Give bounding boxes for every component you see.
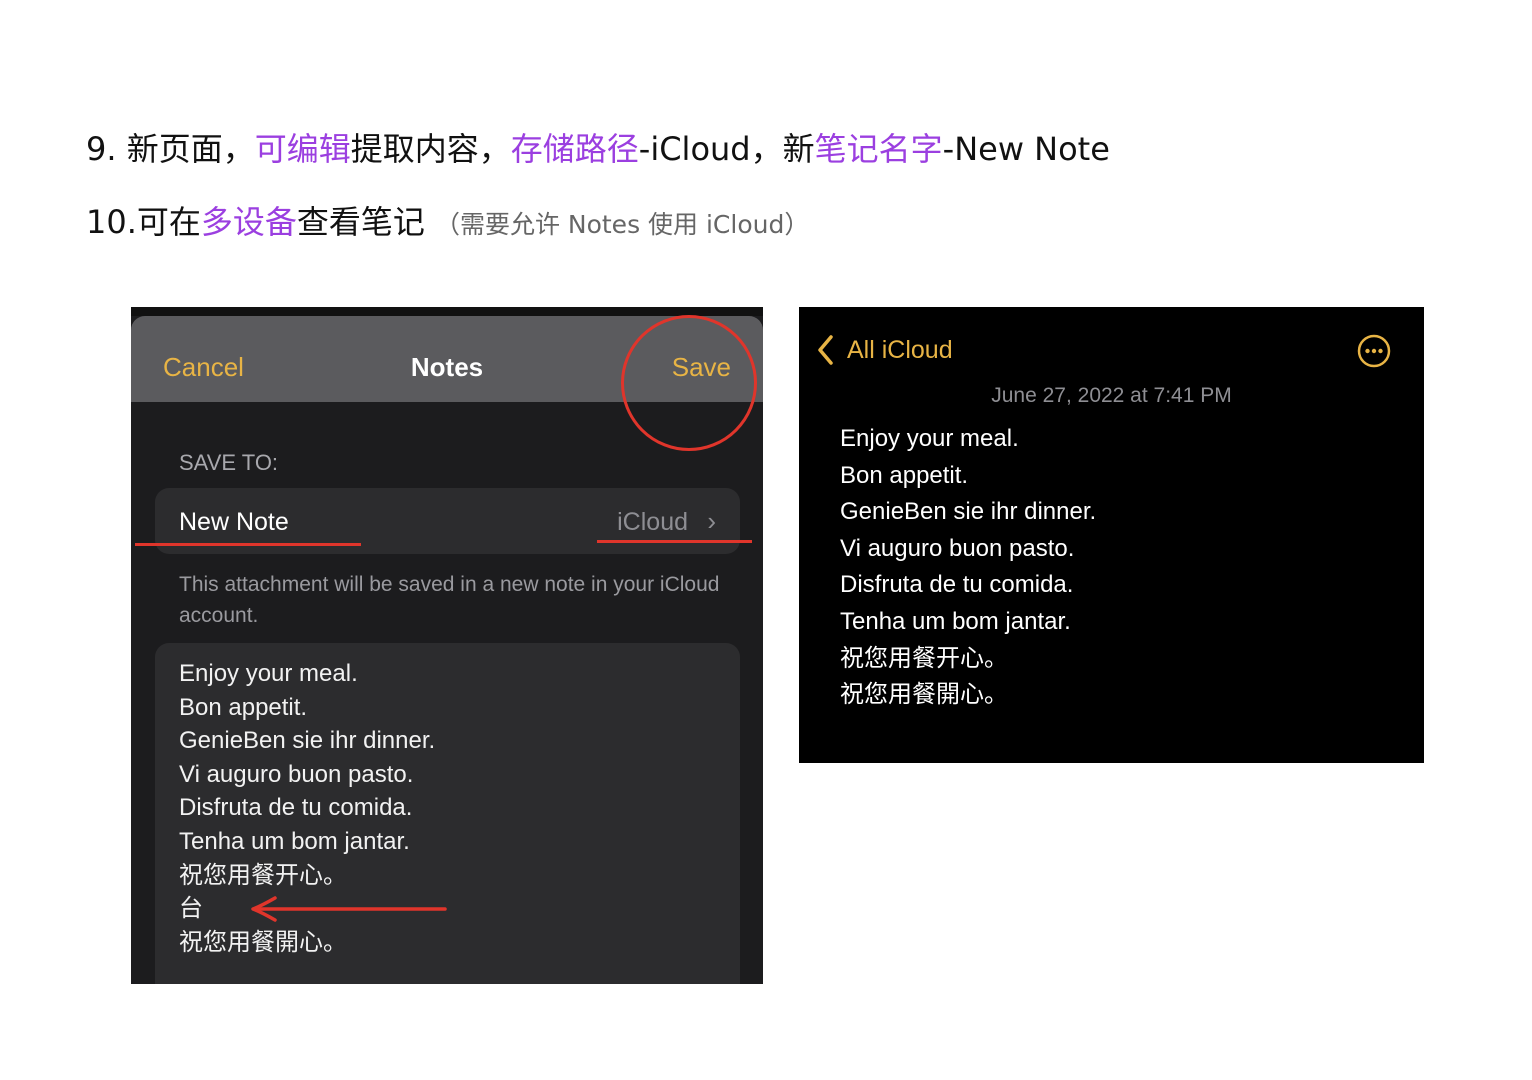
step9-text: 9. 新页面， [86,130,255,168]
content-line: GenieBen sie ihr dinner. [179,727,436,755]
step9-text: -iCloud，新 [638,130,815,168]
save-to-label: SAVE TO: [179,450,279,475]
back-button[interactable]: All iCloud [847,336,953,365]
step10-highlight-multi-device: 多设备 [200,203,297,241]
note-line: 祝您用餐開心。 [840,681,1008,709]
note-line: 祝您用餐开心。 [840,644,1008,672]
save-highlight-circle [621,315,757,451]
step10-text: 10.可在 [86,203,201,241]
destination-underline [597,540,752,543]
note-line: Disfruta de tu comida. [840,571,1074,599]
notes-save-sheet-screenshot: Cancel Notes Save SAVE TO: New Note iClo… [131,307,763,984]
note-line: Vi auguro buon pasto. [840,534,1075,562]
note-date: June 27, 2022 at 7:41 PM [991,384,1232,407]
content-line: 祝您用餐開心。 [179,928,347,956]
destination-value: iCloud [617,508,688,536]
content-line: 祝您用餐开心。 [179,861,347,889]
step9-highlight-editable: 可编辑 [254,130,351,168]
step10-note: （需要允许 Notes 使用 iCloud） [434,210,810,239]
note-line: Bon appetit. [840,461,969,489]
more-options-icon[interactable] [1357,334,1391,368]
instruction-step-10: 10.可在多设备查看笔记 （需要允许 Notes 使用 iCloud） [86,197,809,243]
arrow-left-annotation-icon [251,896,447,922]
note-name-field[interactable]: New Note [179,508,289,537]
content-line: Vi auguro buon pasto. [179,760,414,788]
note-line: Enjoy your meal. [840,425,1019,452]
note-body[interactable]: Enjoy your meal. Bon appetit. GenieBen s… [840,421,1096,714]
note-view-screenshot: All iCloud June 27, 2022 at 7:41 PM Enjo… [799,307,1424,763]
attachment-footnote: This attachment will be saved in a new n… [179,573,720,627]
instruction-step-9: 9. 新页面，可编辑提取内容，存储路径-iCloud，新笔记名字-New Not… [86,124,1110,170]
step9-highlight-note-name: 笔记名字 [814,130,943,168]
step9-text: -New Note [942,130,1110,168]
note-name-underline [135,543,361,546]
chevron-left-icon[interactable] [815,333,837,367]
step9-text: 提取内容， [350,130,511,168]
sheet-top-edge [131,307,763,316]
note-content-editor[interactable]: Enjoy your meal. Bon appetit. GenieBen s… [155,643,740,984]
content-line: Tenha um bom jantar. [179,827,410,855]
note-line: GenieBen sie ihr dinner. [840,498,1097,526]
content-line: Enjoy your meal. [179,660,358,687]
note-line: Tenha um bom jantar. [840,607,1071,635]
step9-highlight-storage-path: 存储路径 [510,130,639,168]
content-line: Bon appetit. [179,693,308,721]
chevron-right-icon: › [707,506,716,536]
content-line: Disfruta de tu comida. [179,794,413,822]
step10-text: 查看笔记 [296,203,425,241]
